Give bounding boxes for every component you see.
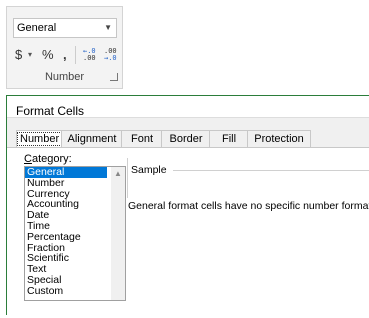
list-item[interactable]: Number: [25, 177, 125, 189]
number-format-buttons: $ ▾ % , ←.0 .00 .00 →.0: [13, 45, 121, 67]
category-scrollbar[interactable]: ▲: [111, 167, 125, 300]
number-format-dropdown[interactable]: General ▼: [13, 18, 117, 38]
tab-border[interactable]: Border: [161, 130, 211, 148]
number-tab-content: Category: General Number Currency Accoun…: [7, 148, 369, 318]
currency-format-button[interactable]: $: [15, 47, 22, 62]
decrease-decimal-button[interactable]: .00 →.0: [104, 48, 117, 62]
scroll-up-icon[interactable]: ▲: [114, 169, 122, 178]
comma-style-button[interactable]: ,: [63, 47, 67, 62]
increase-decimal-button[interactable]: ←.0 .00: [83, 48, 96, 62]
tab-number-label: Number: [17, 132, 63, 146]
sample-frame-edge: [127, 158, 130, 198]
list-item[interactable]: Custom: [25, 285, 125, 297]
format-description: General format cells have no specific nu…: [128, 200, 369, 212]
category-list[interactable]: General Number Currency Accounting Date …: [24, 166, 126, 301]
tab-alignment[interactable]: Alignment: [61, 130, 123, 148]
chevron-down-icon[interactable]: ▼: [104, 19, 112, 37]
format-cells-dialog: Format Cells Number Alignment Font Borde…: [6, 95, 369, 318]
increase-decimal-bottom: .00: [83, 54, 96, 62]
category-label-mnemonic: C: [24, 153, 32, 165]
tab-fill[interactable]: Fill: [209, 130, 249, 148]
tab-font[interactable]: Font: [121, 130, 163, 148]
sample-label: Sample: [131, 164, 167, 176]
group-label-number: Number: [44, 71, 85, 83]
category-label-rest: ategory:: [31, 153, 72, 165]
percent-style-button[interactable]: %: [42, 47, 54, 62]
ribbon-number-group: General ▼ $ ▾ % , ←.0 .00 .00 →.0 Number: [6, 6, 123, 89]
number-format-value: General: [17, 22, 57, 34]
sample-frame-line: [173, 170, 369, 171]
decrease-decimal-bottom: →.0: [104, 54, 117, 62]
dialog-launcher-icon[interactable]: [110, 73, 118, 81]
category-label: Category:: [24, 153, 72, 165]
currency-dropdown-icon[interactable]: ▾: [28, 50, 32, 59]
separator: [75, 46, 76, 64]
dialog-body: Number Alignment Font Border Fill Protec…: [7, 117, 369, 318]
tab-protection[interactable]: Protection: [247, 130, 311, 148]
dialog-title: Format Cells: [16, 104, 85, 118]
list-item[interactable]: Percentage: [25, 231, 125, 243]
